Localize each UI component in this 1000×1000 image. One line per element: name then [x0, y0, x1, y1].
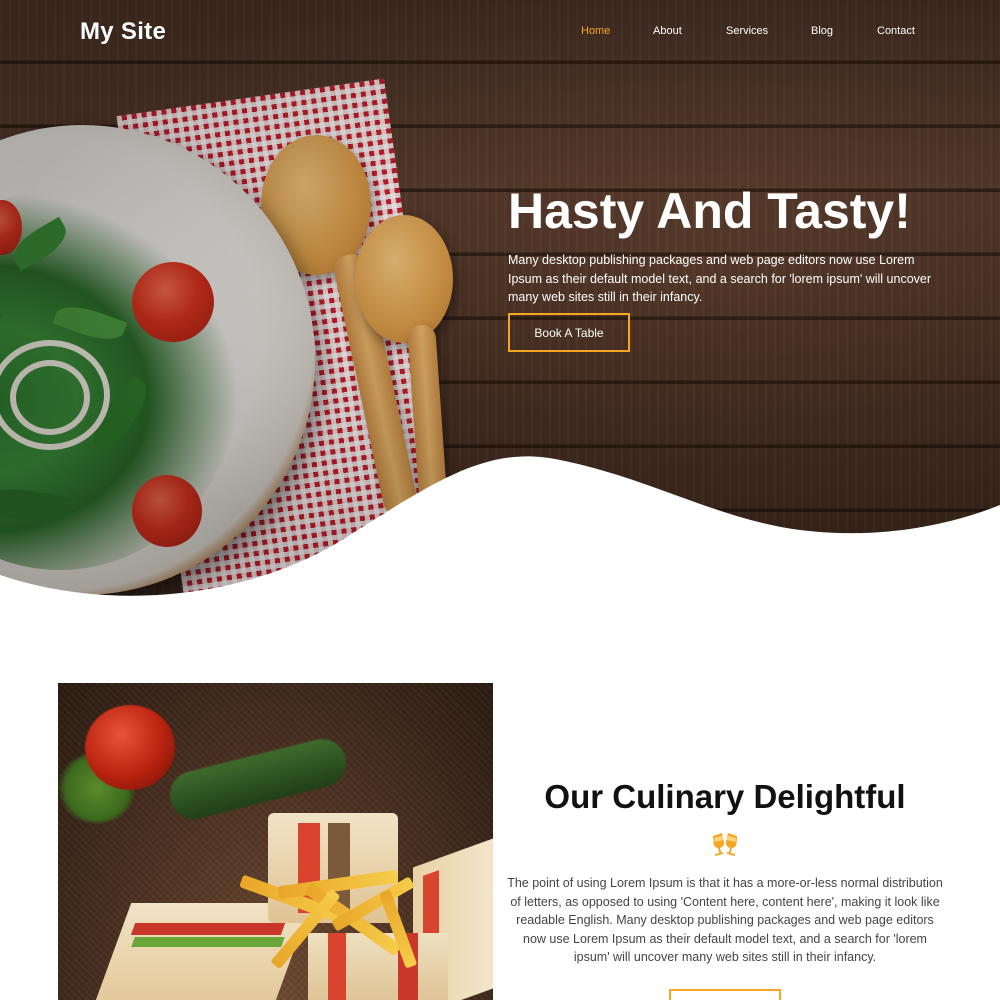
cheers-icon [713, 833, 737, 857]
hero-section: My Site Home About Services Blog Contact… [0, 0, 1000, 600]
nav-about[interactable]: About [653, 25, 682, 37]
nav-blog[interactable]: Blog [811, 25, 833, 37]
hero-title: Hasty And Tasty! [508, 183, 911, 239]
nav-contact[interactable]: Contact [877, 25, 915, 37]
hero-description: Many desktop publishing packages and web… [508, 253, 932, 304]
nav-services[interactable]: Services [726, 25, 768, 37]
main-nav: Home About Services Blog Contact [0, 25, 1000, 45]
nav-home[interactable]: Home [581, 25, 610, 37]
sandwich-fries-photo [58, 683, 493, 1000]
section-title: Our Culinary Delightful [544, 778, 906, 815]
read-more-button[interactable] [669, 989, 781, 1000]
section-description: The point of using Lorem Ipsum is that i… [507, 876, 943, 964]
book-a-table-button[interactable]: Book A Table [508, 313, 630, 352]
